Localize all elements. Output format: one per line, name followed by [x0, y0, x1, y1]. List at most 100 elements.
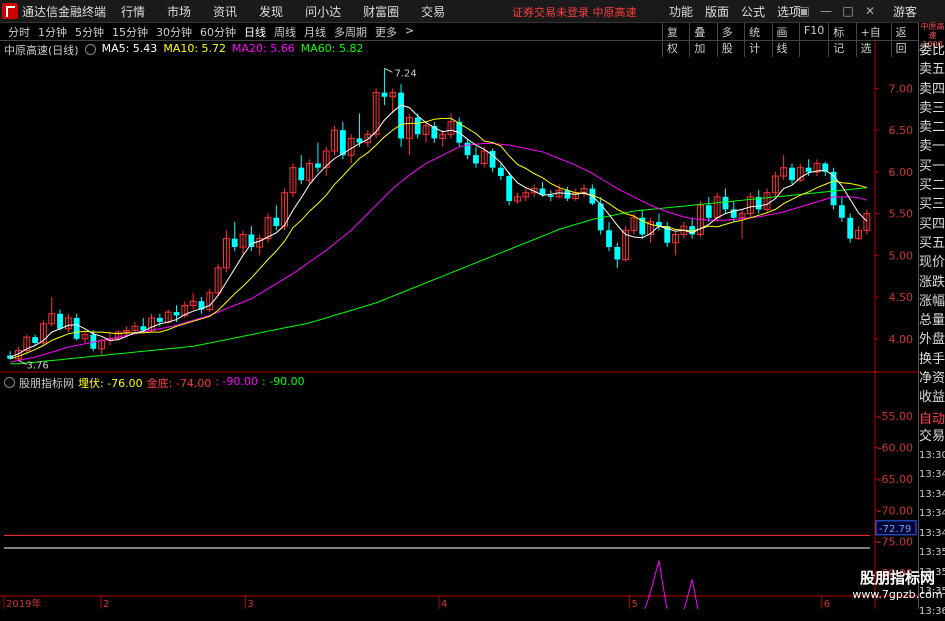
panel-item: 买三 [919, 197, 945, 213]
ind-tick-label: -65.00 [878, 473, 913, 486]
ma5-label: MA5: 5.43 [101, 42, 158, 55]
candle-body [381, 92, 388, 97]
ma5-line [10, 104, 868, 358]
trade-label[interactable]: 交易 [919, 427, 945, 446]
panel-header: 中原高速 1000 [920, 22, 945, 49]
indicator-settings-icon[interactable] [4, 377, 15, 388]
date-tick-label: 5 [632, 599, 638, 609]
panel-item: 换手 [919, 351, 945, 367]
ma10-line [10, 117, 867, 360]
ind-tick-label: -60.00 [878, 442, 913, 455]
panel-item: 净资 [919, 371, 945, 387]
candle-body [497, 167, 504, 177]
panel-item: 买一 [919, 158, 945, 174]
panel-item: 外盘 [919, 332, 945, 348]
date-tick-label: 3 [247, 599, 253, 609]
candle-body [298, 167, 305, 181]
ma60-line [10, 187, 867, 365]
candle-body [414, 117, 421, 135]
date-tick-label: 2019年 [6, 597, 41, 609]
ind-tick-label: -75.00 [878, 536, 913, 549]
ma60-label: MA60: 5.82 [300, 42, 364, 55]
price-tick-label: 5.50 [889, 208, 914, 221]
high-label: 7.24 [394, 68, 416, 79]
panel-item: 总量 [919, 313, 945, 329]
low-label: 3.76 [26, 360, 48, 371]
candle-body [705, 205, 712, 218]
signal-line [644, 560, 699, 609]
indicator-legend: 股朋指标网 埋伏: -76.00 金底: -74.00 : -90.00 : -… [4, 375, 305, 391]
cursor-value-label: -72.79 [879, 524, 911, 535]
panel-item: 卖五 [919, 62, 945, 78]
candle-body [830, 171, 837, 206]
ma10-label: MA10: 5.72 [163, 42, 227, 55]
candle-body [547, 195, 554, 197]
ind-tick-label: -70.00 [878, 504, 913, 517]
candle-body [847, 217, 854, 239]
panel-item: 委比 [919, 43, 945, 58]
candle-body [506, 176, 513, 202]
candle-body [339, 130, 346, 156]
panel-item: 收益 [919, 390, 945, 406]
tick-time: 13:35 [919, 547, 945, 559]
candle-body [398, 92, 404, 139]
candle-body [32, 337, 39, 343]
settings-circle-icon[interactable] [84, 44, 96, 55]
date-tick-label: 4 [441, 599, 447, 609]
indicator-value3: : -90.00 [215, 375, 259, 388]
stock-title: 中原高速(日线) [4, 44, 79, 57]
panel-item: 涨跌 [919, 274, 945, 290]
panel-item: 涨幅 [919, 293, 945, 309]
panel-item: 卖三 [919, 100, 945, 116]
chart-axes: 7.00 6.50 6.00 5.50 5.00 4.50 4.00 -55.00 -60.00… [3, 67, 917, 609]
candlestick-series [7, 68, 871, 361]
candle-body [838, 205, 845, 218]
price-tick-label: 6.00 [889, 166, 914, 179]
kline-chart[interactable]: 7.00 6.50 6.00 5.50 5.00 4.50 4.00 -55.00 -60.00… [0, 0, 918, 609]
right-quote-panel: 中原高速 1000 委比 卖五 卖四 卖三 卖二 卖一 买一 买二 买三 买四 … [918, 22, 945, 617]
indicator-series [4, 534, 870, 609]
ma20-label: MA20: 5.66 [232, 42, 295, 55]
candle-body [606, 230, 612, 247]
price-tick-label: 6.50 [889, 124, 914, 137]
candle-body [789, 167, 795, 181]
auto-toggle[interactable]: 自动 [919, 408, 945, 427]
panel-item: 买五 [919, 235, 945, 251]
watermark-line1: 股朋指标网 [859, 569, 935, 587]
tick-time: 13:34 [919, 469, 945, 481]
date-tick-label: 2 [103, 599, 109, 609]
site-watermark: 股朋指标网 www.7gpzb.com [850, 567, 945, 609]
moving-average-lines [10, 104, 868, 365]
candle-body [722, 196, 729, 210]
golden-bottom-label: 金底: -74.00 [146, 377, 212, 390]
ambush-label: 埋伏: -76.00 [78, 377, 143, 390]
candle-body [805, 167, 812, 172]
price-tick-label: 4.50 [889, 291, 914, 304]
candle-body [248, 234, 255, 247]
price-tick-label: 7.00 [889, 82, 914, 95]
candle-body [273, 217, 280, 227]
tick-time: 13:34 [919, 488, 945, 500]
ind-tick-label: -55.00 [878, 410, 913, 423]
panel-item: 卖一 [919, 139, 945, 155]
main-legend: 中原高速(日线) MA5: 5.43 MA10: 5.72 MA20: 5.66… [4, 42, 363, 58]
panel-item: 卖二 [919, 120, 945, 136]
tick-time: 13:34 [919, 527, 945, 539]
ma20-line [10, 143, 867, 363]
panel-item: 现价 [919, 255, 945, 271]
candle-body [57, 313, 63, 329]
tick-time: 13:34 [919, 508, 945, 520]
price-tick-label: 4.00 [889, 333, 914, 346]
panel-item: 买四 [919, 216, 945, 232]
candle-body [314, 163, 321, 168]
candle-body [614, 246, 621, 260]
indicator-value4: : -90.00 [262, 375, 305, 388]
panel-item: 买二 [919, 178, 945, 194]
price-tick-label: 5.00 [889, 249, 914, 262]
candle-body [564, 190, 571, 199]
indicator-name: 股朋指标网 [19, 377, 74, 390]
candle-body [173, 312, 180, 316]
candle-body [73, 317, 80, 339]
candle-body [231, 238, 238, 247]
tick-time: 13:30 [919, 449, 945, 461]
